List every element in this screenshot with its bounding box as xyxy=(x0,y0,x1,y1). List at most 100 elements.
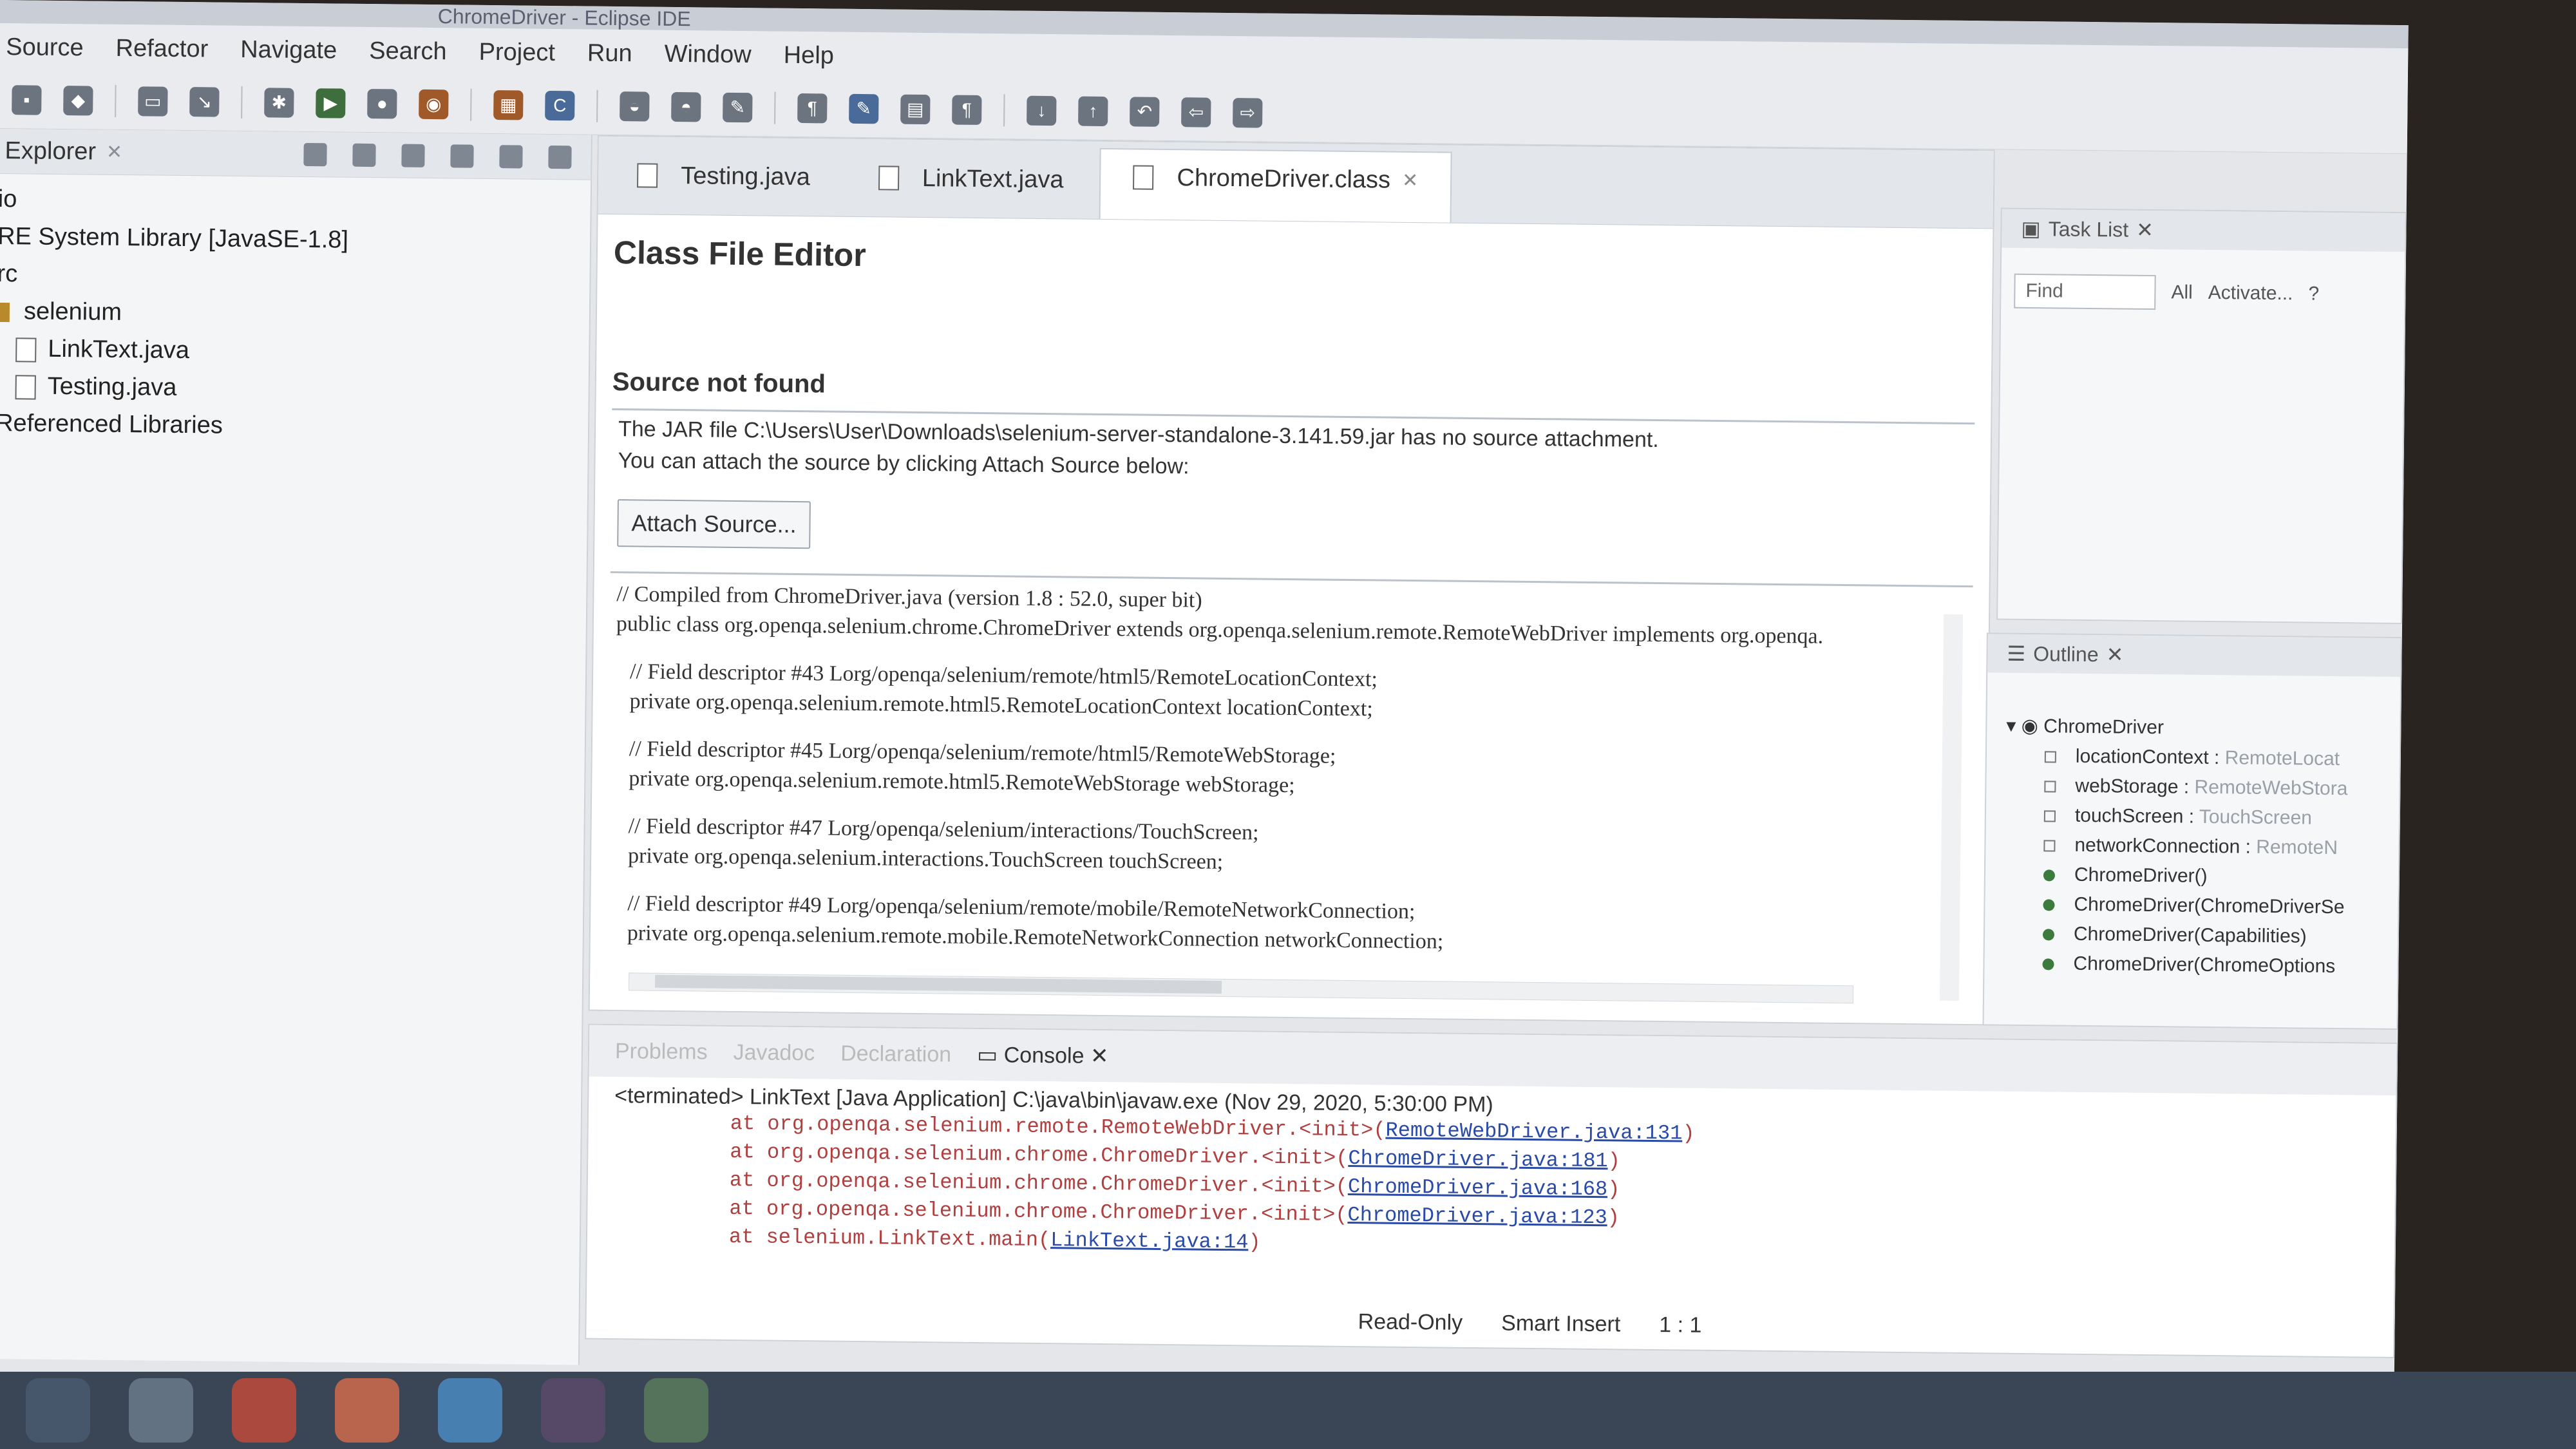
menu-refactor[interactable]: Refactor xyxy=(115,34,208,63)
debug-icon[interactable]: ✱ xyxy=(264,87,294,118)
firefox-app-icon[interactable] xyxy=(335,1378,399,1443)
tab-console[interactable]: ▭ Console ✕ xyxy=(977,1042,1109,1069)
outline-item-name: locationContext xyxy=(2075,745,2209,768)
external-tools-icon[interactable]: ◉ xyxy=(419,89,449,119)
status-cursor-position: 1 : 1 xyxy=(1659,1312,1702,1338)
field-icon xyxy=(2043,810,2056,822)
new-java-class-icon[interactable]: C xyxy=(545,90,575,120)
trace-link[interactable]: ChromeDriver.java:123 xyxy=(1347,1203,1607,1229)
horizontal-scrollbar[interactable] xyxy=(628,972,1854,1004)
start-icon[interactable] xyxy=(26,1378,90,1443)
outline-item-name: ChromeDriver() xyxy=(2074,864,2208,887)
tree-item-linktext[interactable]: LinkText.java xyxy=(0,330,589,374)
search-icon[interactable]: ✎ xyxy=(723,92,753,122)
outline-item[interactable]: ChromeDriver(ChromeDriverSe xyxy=(2004,889,2398,923)
all-filter[interactable]: All xyxy=(2171,281,2193,303)
terminal-icon[interactable]: ▭ xyxy=(138,86,168,117)
last-edit-icon[interactable]: ↶ xyxy=(1130,96,1160,127)
menu-search[interactable]: Search xyxy=(369,37,447,66)
menu-window[interactable]: Window xyxy=(664,40,752,68)
outline-item[interactable]: ChromeDriver(Capabilities) xyxy=(2004,919,2398,952)
outline-root[interactable]: ▾ ◉ ChromeDriver xyxy=(2006,712,2400,745)
new-icon[interactable]: ◆ xyxy=(63,85,93,116)
tree-item-jre[interactable]: RE System Library [JavaSE-1.8] xyxy=(0,218,590,261)
open-type-icon[interactable]: ◒ xyxy=(620,91,650,122)
tab-declaration[interactable]: Declaration xyxy=(840,1041,951,1067)
coverage-icon[interactable]: ● xyxy=(367,88,397,118)
outline-item[interactable]: touchScreen : TouchScreen xyxy=(2005,800,2399,834)
vertical-scrollbar[interactable] xyxy=(1939,614,1964,1001)
tree-item-label: Testing.java xyxy=(47,372,177,401)
eclipse-app-icon[interactable] xyxy=(541,1378,605,1443)
annotation-icon[interactable]: ¶ xyxy=(797,93,828,123)
forward-icon[interactable]: ⇨ xyxy=(1233,97,1263,128)
attach-source-button[interactable]: Attach Source... xyxy=(617,499,811,549)
scroll-thumb[interactable] xyxy=(654,974,1222,994)
tree-item-selenium-package[interactable]: selenium xyxy=(0,292,589,336)
outline-item-name: webStorage xyxy=(2075,775,2179,798)
link-with-editor-icon[interactable] xyxy=(352,143,376,167)
menu-source[interactable]: Source xyxy=(6,33,84,62)
tree-item-project[interactable]: io xyxy=(0,180,591,224)
chrome-app-icon[interactable] xyxy=(232,1378,296,1443)
collapse-all-icon[interactable] xyxy=(303,142,327,166)
save-icon[interactable]: ▪ xyxy=(12,84,42,115)
close-icon[interactable]: ✕ xyxy=(2136,218,2154,242)
skip-breakpoints-icon[interactable]: ↘ xyxy=(189,86,220,117)
outline-title: Outline xyxy=(2033,641,2099,666)
close-tab-icon[interactable]: ✕ xyxy=(1402,169,1419,191)
close-icon[interactable]: ✕ xyxy=(1090,1044,1109,1068)
outline-item[interactable]: ChromeDriver(ChromeOptions xyxy=(2003,949,2397,982)
tree-item-src[interactable]: rc xyxy=(0,255,590,299)
tab-linktext[interactable]: LinkText.java xyxy=(846,153,1096,219)
back-icon[interactable]: ⇦ xyxy=(1181,97,1211,128)
menu-help[interactable]: Help xyxy=(784,41,835,70)
tab-testing[interactable]: Testing.java xyxy=(605,151,843,216)
tree-item-referenced-libraries[interactable]: Referenced Libraries xyxy=(0,404,588,448)
close-icon[interactable]: ✕ xyxy=(2106,642,2123,667)
next-annotation-icon[interactable]: ↓ xyxy=(1027,95,1057,126)
app-icon[interactable] xyxy=(644,1378,708,1443)
tab-javadoc[interactable]: Javadoc xyxy=(733,1040,815,1066)
outline-item[interactable]: webStorage : RemoteWebStora xyxy=(2005,771,2399,804)
outline-item[interactable]: ChromeDriver() xyxy=(2005,860,2398,893)
trace-link[interactable]: ChromeDriver.java:181 xyxy=(1348,1146,1608,1173)
trace-link[interactable]: LinkText.java:14 xyxy=(1050,1228,1249,1254)
console-output[interactable]: <terminated> LinkText [Java Application]… xyxy=(587,1077,2396,1275)
view-menu-icon[interactable] xyxy=(450,144,474,168)
bytecode-view[interactable]: // Compiled from ChromeDriver.java (vers… xyxy=(607,580,1973,962)
close-icon[interactable]: ✕ xyxy=(106,141,123,164)
java-file-icon xyxy=(15,337,37,363)
activate-link[interactable]: Activate... xyxy=(2208,282,2293,305)
run-icon[interactable]: ▶ xyxy=(316,88,346,118)
tab-chromedriver-class[interactable]: ChromeDriver.class ✕ xyxy=(1099,147,1452,223)
package-explorer: Explorer ✕ io RE System Library [JavaSE-… xyxy=(0,128,592,1365)
maximize-icon[interactable] xyxy=(548,145,572,169)
app-icon[interactable] xyxy=(438,1378,502,1443)
tab-problems[interactable]: Problems xyxy=(615,1039,708,1065)
help-icon[interactable]: ? xyxy=(2308,283,2319,305)
outline-item[interactable]: locationContext : RemoteLocat xyxy=(2006,741,2400,775)
tree-item-testing[interactable]: Testing.java xyxy=(0,367,589,411)
selected-tree-row: LinkText.java xyxy=(15,335,189,364)
focus-icon[interactable] xyxy=(401,144,425,167)
trace-text: at org.openqa.selenium.chrome.ChromeDriv… xyxy=(729,1168,1349,1199)
editor-area: Testing.java LinkText.java ChromeDriver.… xyxy=(588,135,1995,1026)
previous-annotation-icon[interactable]: ↑ xyxy=(1078,96,1108,126)
new-java-package-icon[interactable]: ▦ xyxy=(493,90,524,120)
minimize-icon[interactable] xyxy=(499,144,523,169)
outline-item[interactable]: networkConnection : RemoteN xyxy=(2005,830,2398,864)
block-selection-icon[interactable]: ▤ xyxy=(900,94,931,124)
find-input[interactable]: Find xyxy=(2014,273,2156,310)
explorer-app-icon[interactable] xyxy=(129,1378,193,1443)
class-file-editor: Class File Editor Source not found The J… xyxy=(590,214,1993,976)
menu-navigate[interactable]: Navigate xyxy=(240,35,337,64)
menu-run[interactable]: Run xyxy=(587,39,632,68)
constructor-icon xyxy=(2042,958,2054,971)
trace-link[interactable]: RemoteWebDriver.java:131 xyxy=(1385,1119,1682,1146)
trace-link[interactable]: ChromeDriver.java:168 xyxy=(1348,1175,1608,1201)
menu-project[interactable]: Project xyxy=(478,38,555,66)
show-whitespace-icon[interactable]: ¶ xyxy=(952,94,982,125)
mark-occurrences-icon[interactable]: ✎ xyxy=(849,93,879,124)
open-task-icon[interactable]: ◓ xyxy=(671,91,701,122)
